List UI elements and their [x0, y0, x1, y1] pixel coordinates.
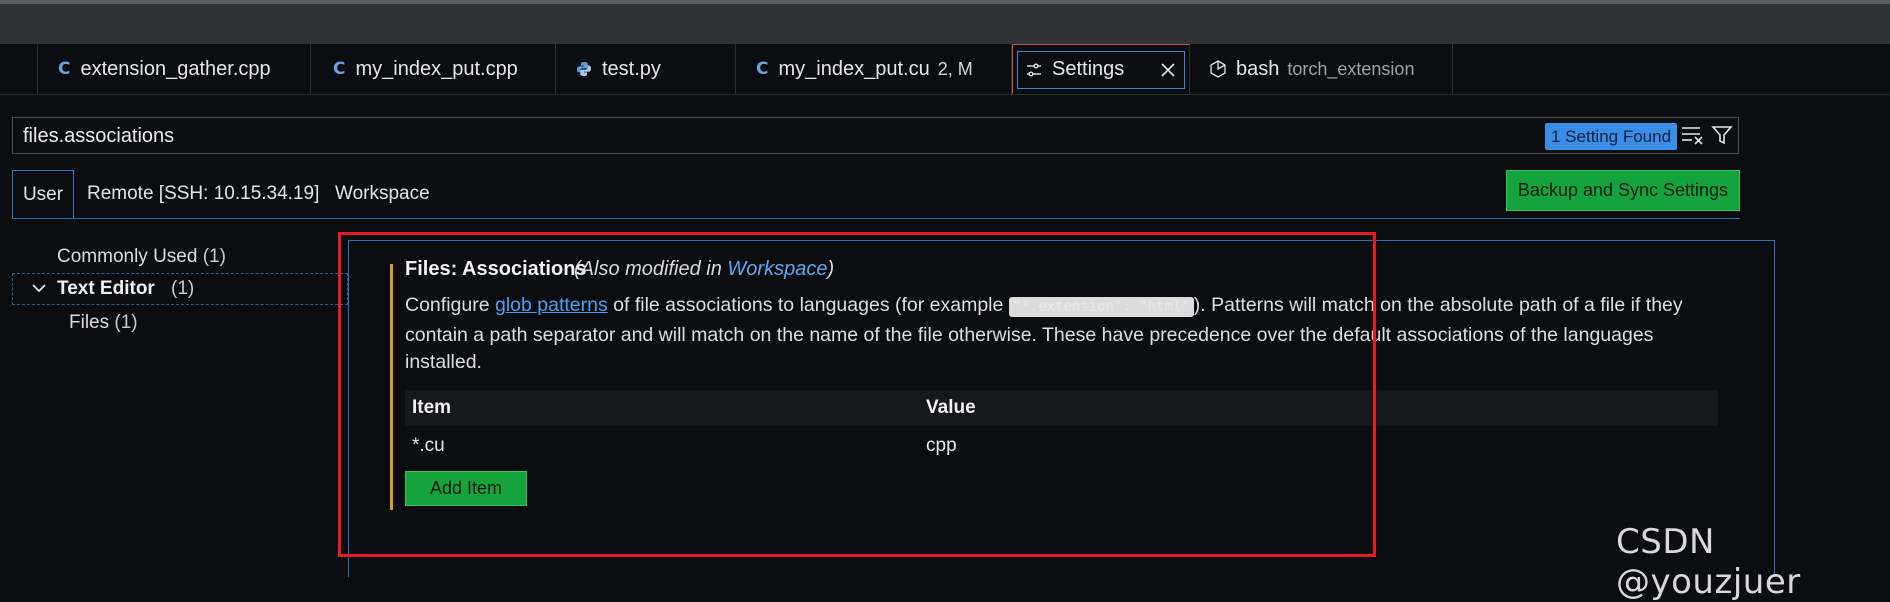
cpp-icon: C [756, 59, 769, 79]
tab-extension-gather[interactable]: C extension_gather.cpp [38, 44, 311, 94]
tab-label: my_index_put.cpp [355, 57, 518, 80]
filter-icon[interactable] [1711, 124, 1733, 152]
tab-label: bash [1236, 57, 1280, 80]
settings-icon [1026, 62, 1042, 78]
backup-sync-button[interactable]: Backup and Sync Settings [1506, 170, 1740, 211]
tab-label: test.py [602, 57, 661, 80]
toc-label: Text Editor [57, 278, 155, 299]
toc-commonly-used[interactable]: Commonly Used (1) [57, 246, 226, 268]
editor-tab-strip: C extension_gather.cpp C my_index_put.cp… [0, 44, 1890, 95]
toc-files[interactable]: Files (1) [69, 312, 138, 334]
tab-my-index-put-cpp[interactable]: C my_index_put.cpp [311, 44, 556, 94]
search-input[interactable] [13, 118, 1525, 155]
toc-count: (1) [171, 278, 195, 299]
tab-description: torch_extension [1287, 58, 1415, 79]
scope-divider [12, 218, 1740, 219]
toc-count: (1) [114, 312, 138, 333]
annotation-highlight-box [338, 232, 1376, 557]
chevron-down-icon [31, 282, 47, 294]
results-count-badge: 1 Setting Found [1545, 123, 1678, 150]
python-icon [576, 61, 592, 77]
tab-bash-terminal[interactable]: bash torch_extension [1190, 44, 1453, 94]
scope-tab-remote[interactable]: Remote [SSH: 10.15.34.19] [87, 170, 319, 218]
toc-label: Files [69, 312, 110, 333]
tab-label: Settings [1052, 58, 1125, 80]
tab-settings[interactable]: Settings [1012, 44, 1190, 94]
clear-filter-icon[interactable] [1681, 124, 1705, 152]
tab-overflow [0, 44, 38, 94]
toc-count: (1) [202, 246, 226, 267]
settings-search-box: 1 Setting Found [12, 117, 1739, 155]
tab-test-py[interactable]: test.py [556, 44, 736, 94]
scope-tab-workspace[interactable]: Workspace [335, 170, 430, 218]
close-icon[interactable] [1160, 62, 1176, 78]
tab-my-index-put-cu[interactable]: C my_index_put.cu 2, M [736, 44, 1012, 94]
tab-label: my_index_put.cu [778, 57, 930, 80]
watermark: CSDN @youzjuer [1616, 522, 1801, 602]
toc-label: Commonly Used [57, 246, 198, 267]
scope-tab-user[interactable]: User [12, 170, 74, 219]
title-bar [0, 0, 1890, 44]
terminal-icon [1210, 60, 1226, 78]
cpp-icon: C [333, 59, 346, 79]
toc-text-editor[interactable]: Text Editor (1) [12, 273, 348, 305]
cpp-icon: C [58, 59, 71, 79]
tab-status: 2, M [937, 58, 973, 79]
tab-label: extension_gather.cpp [80, 57, 271, 80]
